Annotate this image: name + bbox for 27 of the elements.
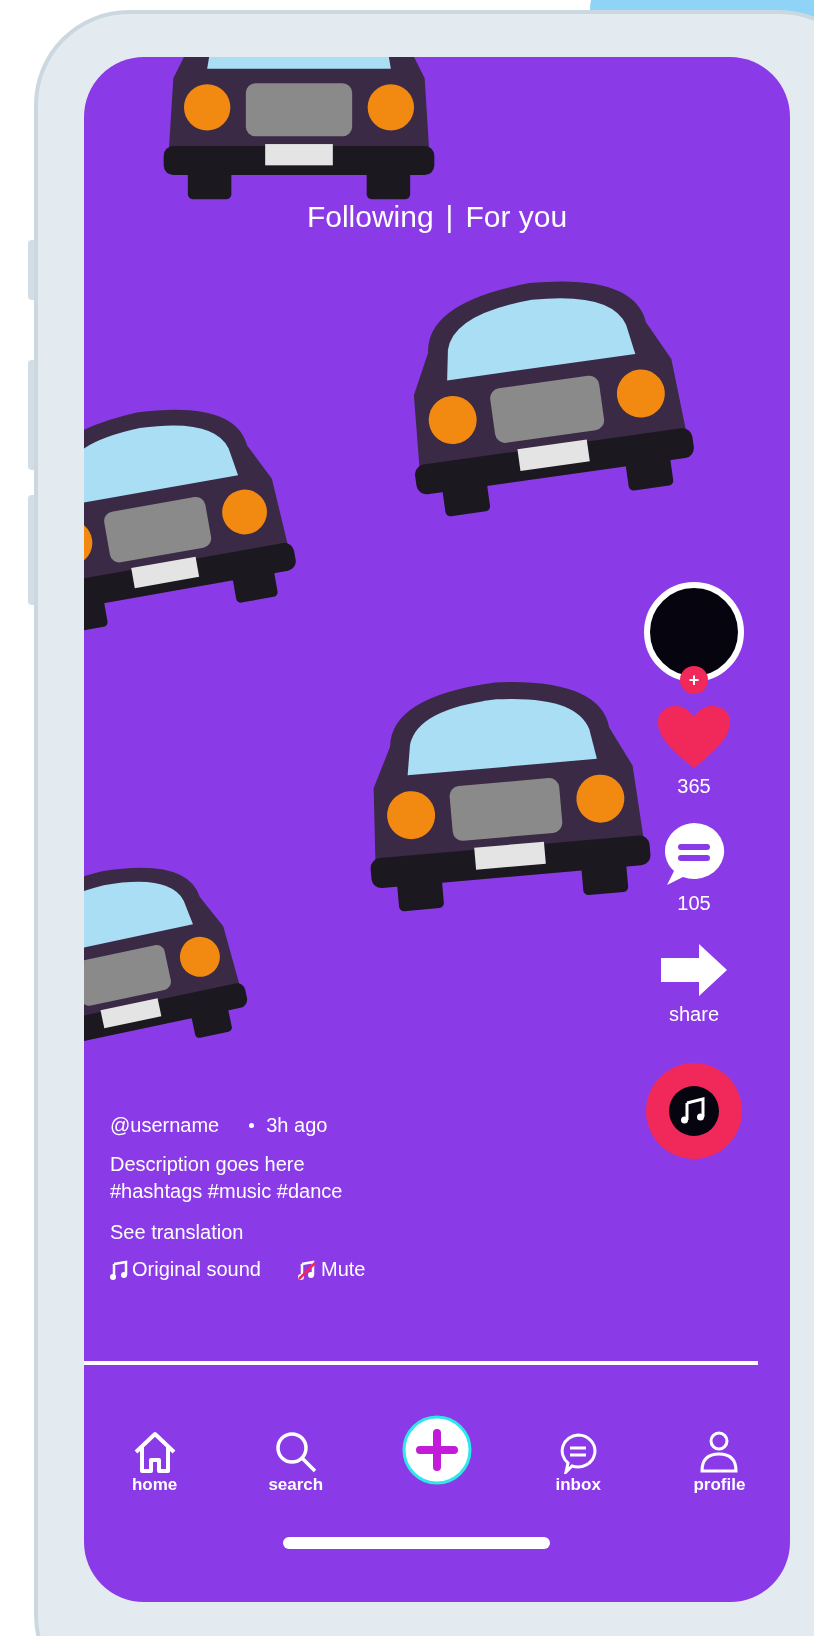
see-translation-link[interactable]: See translation bbox=[110, 1220, 366, 1245]
home-tab[interactable]: home bbox=[84, 1413, 226, 1493]
hashtags[interactable]: #hashtags #music #dance bbox=[110, 1179, 366, 1204]
feed-tab[interactable]: For you bbox=[465, 202, 568, 232]
feed-tab[interactable]: Following bbox=[306, 202, 434, 232]
create-button[interactable] bbox=[400, 1413, 474, 1487]
search-icon bbox=[273, 1430, 318, 1474]
music-note-icon bbox=[110, 1259, 128, 1280]
dot-separator bbox=[249, 1123, 255, 1128]
post-time: 3h ago bbox=[266, 1113, 328, 1138]
share-label: share bbox=[669, 1002, 719, 1027]
mute-button[interactable]: Mute bbox=[296, 1257, 366, 1282]
description: Description goes here bbox=[110, 1152, 306, 1177]
username-link[interactable]: @username bbox=[110, 1113, 220, 1138]
inbox-tab[interactable]: inbox bbox=[507, 1413, 649, 1493]
muted-note-icon bbox=[296, 1259, 317, 1280]
share-arrow-icon[interactable] bbox=[659, 942, 729, 998]
original-sound-link[interactable]: Original sound bbox=[110, 1257, 261, 1282]
follow-badge[interactable]: + bbox=[680, 666, 708, 694]
feed-tab[interactable]: | bbox=[445, 202, 454, 232]
profile-icon bbox=[699, 1430, 740, 1474]
like-count: 365 bbox=[677, 774, 711, 799]
search-tab[interactable]: search bbox=[225, 1413, 367, 1493]
music-note-icon bbox=[669, 1086, 719, 1136]
profile-tab[interactable]: profile bbox=[648, 1413, 790, 1493]
inbox-icon bbox=[558, 1432, 599, 1474]
comment-count: 105 bbox=[677, 891, 711, 916]
